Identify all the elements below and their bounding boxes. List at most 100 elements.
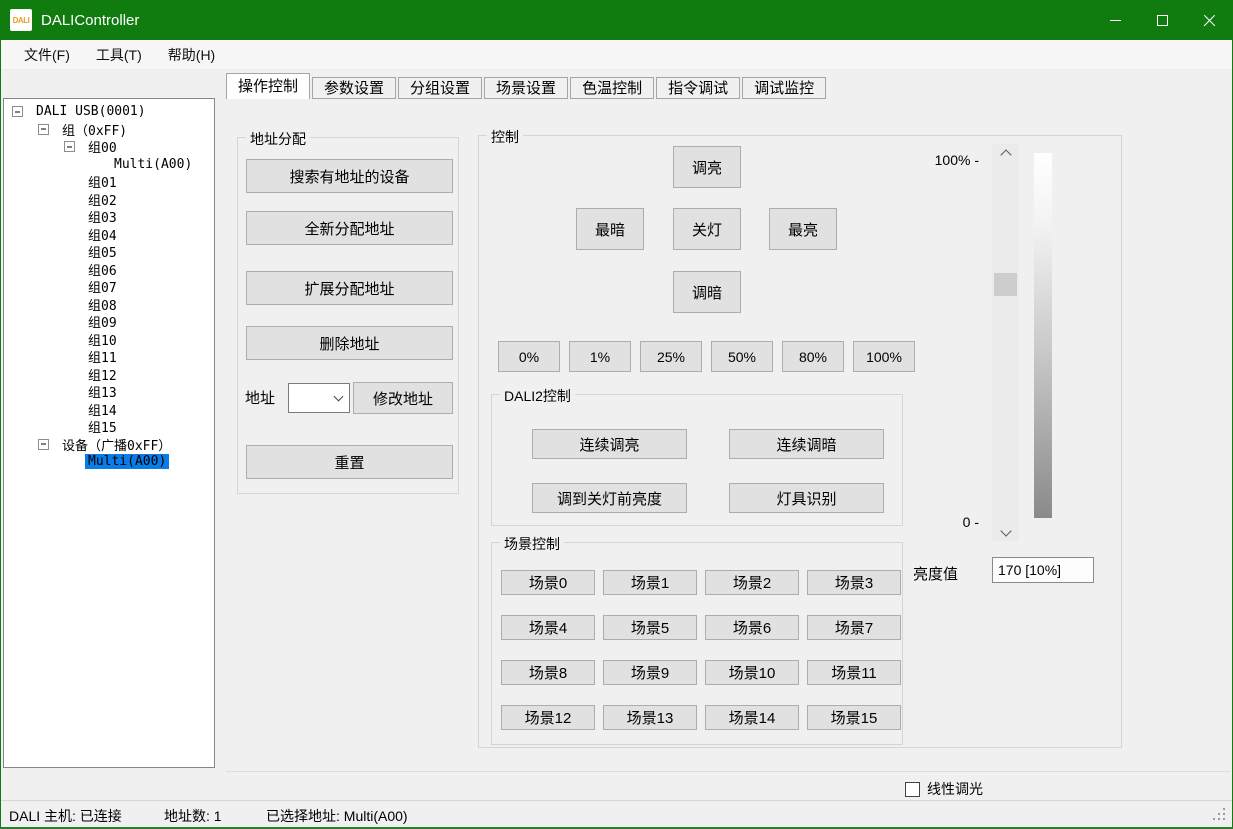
scene-button[interactable]: 场景0 [501,570,595,595]
tree-item-label: 组11 [85,347,120,366]
scrollbar-thumb[interactable] [994,273,1017,296]
resize-grip[interactable] [1223,818,1225,820]
tree-expander-icon[interactable] [38,439,49,450]
tree-item[interactable]: 组10 [4,331,214,349]
menu-item[interactable]: 帮助(H) [155,40,228,69]
linear-dim-label: 线性调光 [927,779,983,799]
brightness-scrollbar[interactable] [992,144,1019,541]
percent-button[interactable]: 100% [853,341,915,372]
tree-item[interactable]: 组（0xFF) [4,121,214,139]
tab[interactable]: 参数设置 [312,77,396,99]
scene-button[interactable]: 场景3 [807,570,901,595]
tree-item[interactable]: 组15 [4,418,214,436]
tree-item[interactable]: DALI USB(0001) [4,103,214,121]
percent-button[interactable]: 25% [640,341,702,372]
tree-item[interactable]: 组11 [4,348,214,366]
dali2-action-button[interactable]: 连续调亮 [532,429,687,459]
tree-item[interactable]: 组06 [4,261,214,279]
dim-down-button[interactable]: 调暗 [673,271,741,313]
dali2-group-title: DALI2控制 [500,386,575,406]
menu-item[interactable]: 文件(F) [11,40,83,69]
tree-item[interactable]: 组08 [4,296,214,314]
tree-item[interactable]: 组04 [4,226,214,244]
scene-button[interactable]: 场景4 [501,615,595,640]
address-label: 地址 [245,387,275,408]
scene-button[interactable]: 场景5 [603,615,697,640]
dali2-control-group: DALI2控制 连续调亮连续调暗调到关灯前亮度灯具识别 [491,394,903,526]
scene-button[interactable]: 场景1 [603,570,697,595]
tab[interactable]: 场景设置 [484,77,568,99]
tree-item[interactable]: 组02 [4,191,214,209]
tab[interactable]: 指令调试 [656,77,740,99]
tree-item[interactable]: 组05 [4,243,214,261]
scene-button[interactable]: 场景14 [705,705,799,730]
tree-expander-icon[interactable] [38,124,49,135]
scene-button[interactable]: 场景13 [603,705,697,730]
title-bar: DALI DALIController [0,0,1233,40]
window-title: DALIController [41,12,139,29]
tab[interactable]: 色温控制 [570,77,654,99]
close-icon [1203,14,1216,27]
address-action-button[interactable]: 全新分配地址 [246,211,453,245]
tab[interactable]: 操作控制 [226,73,310,99]
brightness-value-field[interactable]: 170 [10%] [992,557,1094,583]
control-group-title: 控制 [487,127,523,147]
tab[interactable]: 调试监控 [742,77,826,99]
scene-button[interactable]: 场景11 [807,660,901,685]
light-off-button[interactable]: 关灯 [673,208,741,250]
tree-item[interactable]: 组09 [4,313,214,331]
reset-button[interactable]: 重置 [246,445,453,479]
tree-item[interactable]: 组00 [4,138,214,156]
tree-item[interactable]: 组13 [4,383,214,401]
max-brightness-button[interactable]: 最亮 [769,208,837,250]
scene-button[interactable]: 场景12 [501,705,595,730]
dali2-action-button[interactable]: 灯具识别 [729,483,884,513]
scene-button[interactable]: 场景15 [807,705,901,730]
tree-item[interactable]: 组03 [4,208,214,226]
scene-button[interactable]: 场景8 [501,660,595,685]
minimize-button[interactable] [1092,0,1139,40]
tree-item-label: 组12 [85,365,120,384]
scene-button[interactable]: 场景9 [603,660,697,685]
dali2-action-button[interactable]: 调到关灯前亮度 [532,483,687,513]
scroll-down-button[interactable] [992,524,1019,541]
percent-button[interactable]: 0% [498,341,560,372]
dali2-action-button[interactable]: 连续调暗 [729,429,884,459]
maximize-button[interactable] [1139,0,1186,40]
scene-button[interactable]: 场景10 [705,660,799,685]
percent-button[interactable]: 50% [711,341,773,372]
percent-button[interactable]: 80% [782,341,844,372]
address-action-button[interactable]: 搜索有地址的设备 [246,159,453,193]
tree-expander-icon[interactable] [64,141,75,152]
dim-up-button[interactable]: 调亮 [673,146,741,188]
min-brightness-button[interactable]: 最暗 [576,208,644,250]
tree-item[interactable]: 组01 [4,173,214,191]
linear-dim-checkbox[interactable] [905,782,920,797]
tree-item[interactable]: 设备（广播0xFF） [4,436,214,454]
tree-item-label: 组13 [85,382,120,401]
tree-item[interactable]: 组12 [4,366,214,384]
tree-item[interactable]: 组14 [4,401,214,419]
tab[interactable]: 分组设置 [398,77,482,99]
scene-button[interactable]: 场景6 [705,615,799,640]
tree-item[interactable]: Multi(A00) [4,453,214,471]
tree-item[interactable]: 组07 [4,278,214,296]
scroll-up-button[interactable] [992,144,1019,161]
percent-button[interactable]: 1% [569,341,631,372]
tree-expander-icon[interactable] [12,106,23,117]
address-action-button[interactable]: 扩展分配地址 [246,271,453,305]
brightness-gradient-bar [1034,153,1052,518]
scene-button[interactable]: 场景7 [807,615,901,640]
tree-item-label: 组08 [85,295,120,314]
modify-address-button[interactable]: 修改地址 [353,382,453,414]
window-border-left [0,40,1,829]
tree-item-label: 设备（广播0xFF） [59,435,174,454]
address-combobox[interactable] [288,383,350,413]
tree-item[interactable]: Multi(A00) [4,156,214,174]
menu-item[interactable]: 工具(T) [83,40,155,69]
address-action-button[interactable]: 删除地址 [246,326,453,360]
tab-strip: 操作控制参数设置分组设置场景设置色温控制指令调试调试监控 [226,73,826,99]
close-button[interactable] [1186,0,1233,40]
scene-button[interactable]: 场景2 [705,570,799,595]
tree-item-label: 组00 [85,137,120,156]
